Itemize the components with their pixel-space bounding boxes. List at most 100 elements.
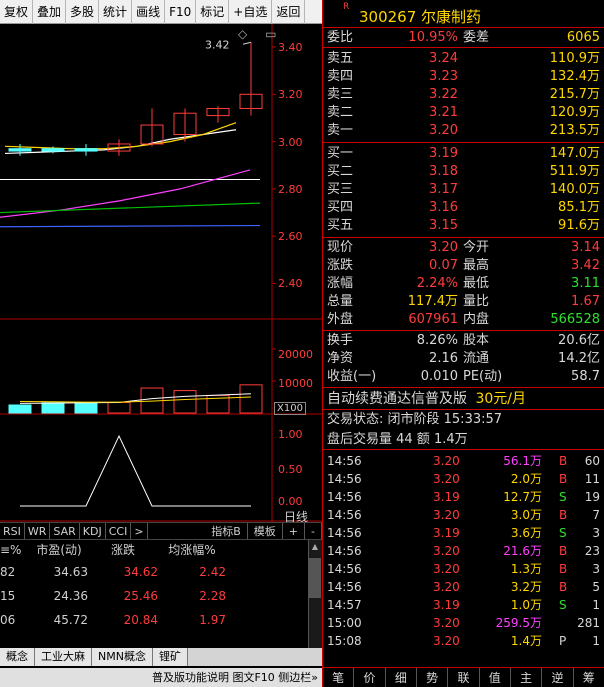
indicator-control[interactable]: 指标B [205, 523, 248, 539]
sector-list-scrollbar[interactable]: ▲ [308, 540, 322, 648]
tick-row[interactable]: 15:08 3.20 1.4万 P 1 [323, 632, 604, 650]
panel-tab[interactable]: 势 [417, 668, 449, 687]
indicator-control[interactable]: - [305, 523, 322, 539]
indicator-tab[interactable]: WR [25, 523, 51, 539]
price-tick: 3.20 [278, 88, 303, 101]
panel-tab[interactable]: 细 [386, 668, 417, 687]
indicator-tab[interactable]: SAR [50, 523, 80, 539]
indicator-tab[interactable]: RSI [0, 523, 25, 539]
order-row[interactable]: 卖二 3.21 120.9万 [323, 104, 604, 122]
tick-row[interactable]: 14:56 3.20 3.0万 B 7 [323, 506, 604, 524]
order-row[interactable]: 买四 3.16 85.1万 [323, 199, 604, 217]
candle-body [74, 148, 98, 152]
toolbar-button[interactable]: 标记 [196, 0, 230, 24]
toolbar-button[interactable]: 画线 [132, 0, 166, 24]
panel-tab[interactable]: 筹 [574, 668, 604, 687]
order-label: 卖四 [327, 69, 354, 84]
tick-count: 1 [592, 598, 600, 612]
indicator-tab[interactable]: > [131, 523, 148, 539]
ad-banner[interactable]: 自动续费通达信普及版 30元/月 [323, 388, 604, 410]
tick-row[interactable]: 15:00 3.20 259.5万 281 [323, 614, 604, 632]
toolbar-button[interactable]: +自选 [229, 0, 273, 24]
tick-row[interactable]: 14:56 3.19 12.7万 S 19 [323, 488, 604, 506]
toolbar-button[interactable]: 统计 [99, 0, 133, 24]
weicha-value: 6065 [566, 30, 600, 45]
table-row[interactable]: 82 34.63 34.62 2.42 [0, 560, 322, 584]
col-header[interactable]: ≡% [0, 540, 30, 560]
order-row[interactable]: 买二 3.18 511.9万 [323, 163, 604, 181]
panel-tab[interactable]: 逆 [542, 668, 574, 687]
col-header[interactable]: 均涨幅% [158, 540, 226, 560]
table-cell: 2.28 [199, 589, 226, 603]
toolbar-button[interactable]: F10 [165, 0, 197, 24]
tick-time: 14:56 [327, 580, 362, 594]
block-tab[interactable]: 概念 [0, 648, 35, 666]
order-row[interactable]: 卖三 3.22 215.7万 [323, 86, 604, 104]
table-cell: 1.97 [199, 613, 226, 627]
order-volume: 140.0万 [549, 182, 600, 197]
toolbar-button[interactable]: 多股 [66, 0, 100, 24]
tick-time: 14:56 [327, 508, 362, 522]
chart-corner-controls[interactable]: ◇ ▭ [238, 27, 276, 41]
tick-row[interactable]: 14:56 3.20 3.2万 B 5 [323, 578, 604, 596]
tick-row[interactable]: 14:57 3.19 1.0万 S 1 [323, 596, 604, 614]
fund-row: 换手 8.26% 股本 20.6亿 [323, 332, 604, 350]
toolbar-button[interactable]: 返回 [272, 0, 306, 24]
tick-row[interactable]: 14:56 3.19 3.6万 S 3 [323, 524, 604, 542]
order-row[interactable]: 买五 3.15 91.6万 [323, 217, 604, 235]
stock-code-name[interactable]: 300267 尔康制药 [359, 6, 481, 27]
tick-row[interactable]: 14:56 3.20 2.0万 B 11 [323, 470, 604, 488]
quote-label: 外盘 [327, 312, 354, 327]
indicator-line [20, 434, 251, 507]
diamond-icon[interactable]: ◇ [238, 27, 247, 41]
tick-time: 14:56 [327, 490, 362, 504]
block-tab[interactable]: 锂矿 [152, 648, 188, 666]
kline-chart[interactable]: 3.42 ◇ ▭ 3.40 3.20 3.00 2.80 2.60 2.40 2… [0, 24, 322, 524]
order-row[interactable]: 卖一 3.20 213.5万 [323, 122, 604, 140]
indicator-control[interactable]: + [283, 523, 306, 539]
order-row[interactable]: 买一 3.19 147.0万 [323, 145, 604, 163]
order-row[interactable]: 卖五 3.24 110.9万 [323, 50, 604, 68]
panel-tab[interactable]: 笔 [323, 668, 355, 687]
chart-canvas[interactable]: 3.42 [0, 24, 322, 522]
tick-row[interactable]: 14:56 3.20 56.1万 B 60 [323, 452, 604, 470]
indicator-tab[interactable]: CCI [106, 523, 132, 539]
panel-tab[interactable]: 联 [448, 668, 480, 687]
weicha-label: 委差 [463, 30, 490, 45]
panel-tab[interactable]: 价 [354, 668, 386, 687]
fund-value: 0.010 [420, 369, 458, 384]
tick-time: 15:00 [327, 616, 362, 630]
indicator-tab[interactable]: KDJ [80, 523, 106, 539]
block-tab[interactable]: 工业大麻 [35, 648, 92, 666]
tick-direction: B [559, 508, 568, 522]
fund-label: 收益(一) [327, 369, 377, 384]
status-bar[interactable]: 普及版功能说明 图文F10 侧边栏» [0, 668, 322, 687]
quote-value: 3.14 [571, 240, 600, 255]
tick-row[interactable]: 14:56 3.20 21.6万 B 23 [323, 542, 604, 560]
candle-body [8, 148, 32, 152]
panel-tab[interactable]: 主 [511, 668, 543, 687]
tick-direction: P [559, 634, 567, 648]
col-header[interactable]: 市盈(动) [30, 540, 88, 560]
scroll-up-icon[interactable]: ▲ [309, 540, 321, 554]
order-row[interactable]: 卖四 3.23 132.4万 [323, 68, 604, 86]
after-hours: 盘后交易量 44 额 1.4万 [323, 430, 604, 450]
toolbar-button[interactable]: 叠加 [33, 0, 67, 24]
volume-bar [41, 402, 65, 414]
indicator-control[interactable]: 模板 [248, 523, 283, 539]
quote-value: 2.24% [416, 276, 458, 291]
table-row[interactable]: 06 45.72 20.84 1.97 [0, 608, 322, 632]
order-row[interactable]: 买三 3.17 140.0万 [323, 181, 604, 199]
quote-row: 总量 117.4万 量比 1.67 [323, 293, 604, 311]
fund-value: 14.2亿 [558, 351, 600, 366]
table-cell: 20.84 [123, 613, 158, 627]
table-row[interactable]: 15 24.36 25.46 2.28 [0, 584, 322, 608]
toolbar-button[interactable]: 复权 [0, 0, 34, 24]
tick-row[interactable]: 14:56 3.20 1.3万 B 3 [323, 560, 604, 578]
panel-tab[interactable]: 值 [480, 668, 511, 687]
window-icon[interactable]: ▭ [265, 27, 276, 41]
scroll-thumb[interactable] [309, 558, 321, 598]
col-header[interactable]: 涨跌 [88, 540, 158, 560]
block-tab[interactable]: NMN概念 [92, 648, 153, 666]
order-label: 卖一 [327, 123, 354, 138]
